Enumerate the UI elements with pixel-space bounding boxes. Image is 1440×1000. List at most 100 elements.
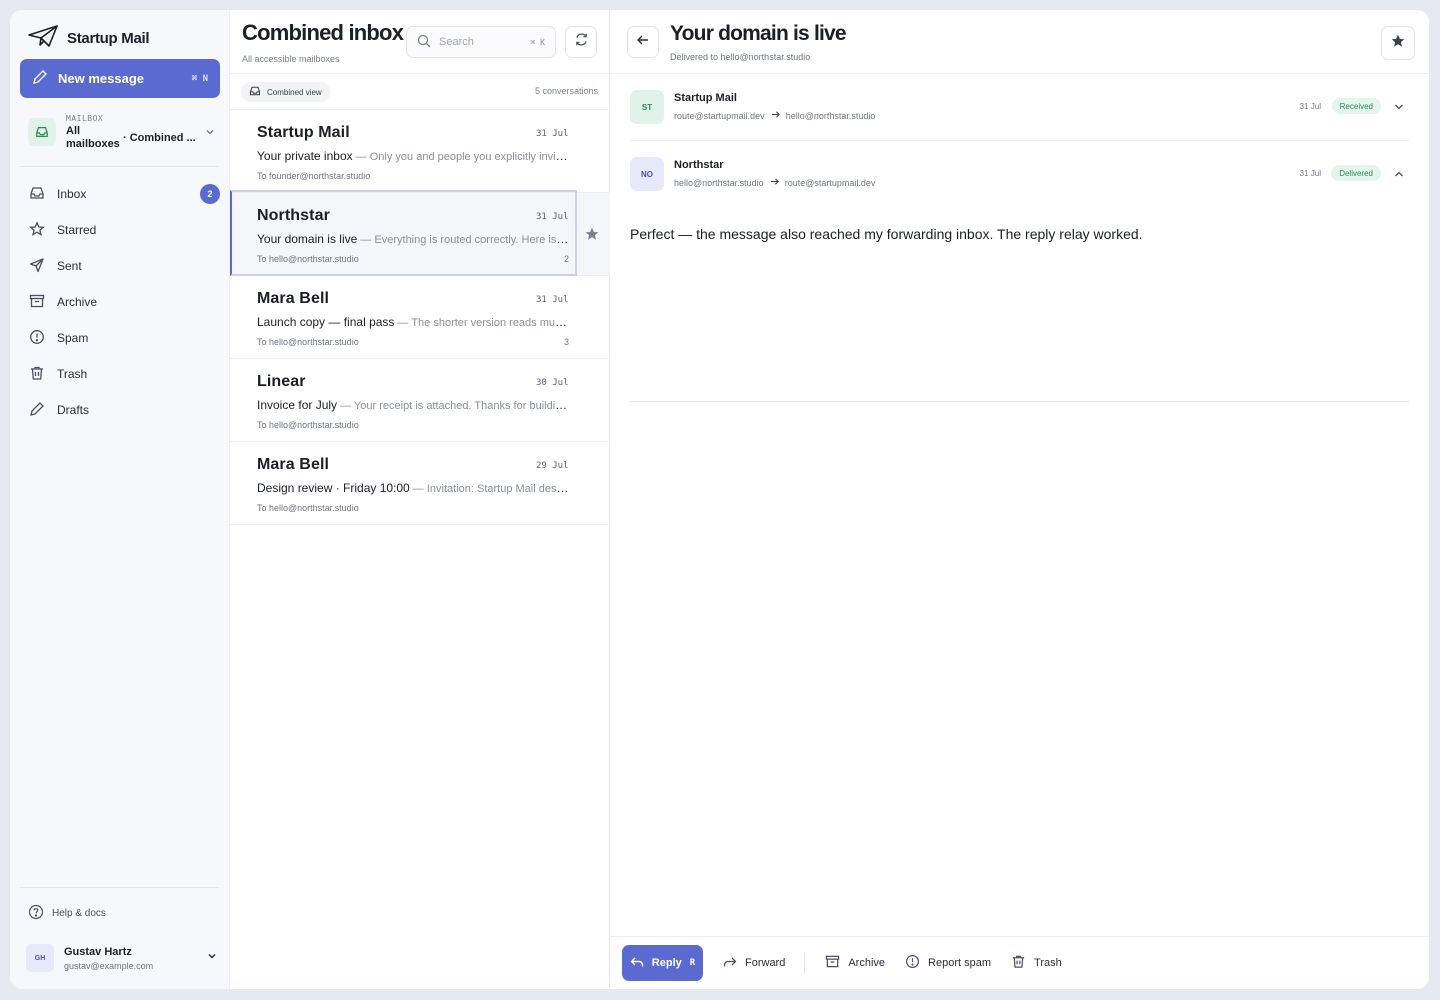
sidebar-item-trash[interactable]: Trash [20,356,220,392]
avatar: GH [26,944,54,972]
new-message-label: New message [58,71,144,86]
route-to: hello@northstar.studio [785,110,876,121]
trash-icon [29,365,45,384]
row-sender: Northstar [257,207,330,224]
reply-label: Reply [651,957,682,969]
thread-title: Your domain is live [670,22,847,45]
sidebar-item-archive[interactable]: Archive [20,284,220,320]
avatar: ST [630,90,664,124]
help-docs-link[interactable]: Help & docs [28,904,106,923]
list-item[interactable]: Mara Bell 31 Jul Launch copy — final pas… [230,276,610,359]
archive-icon [29,293,45,312]
star-icon[interactable] [584,226,600,247]
search-shortcut: ⌘ K [530,37,545,47]
spam-icon [29,329,45,348]
chevron-up-icon[interactable] [1393,167,1405,185]
sidebar-divider [20,887,219,888]
user-name: Gustav Hartz [64,945,132,958]
archive-label: Archive [848,957,886,969]
row-date: 30 Jul [536,378,569,388]
new-message-button[interactable]: New message ⌘ N [20,59,220,98]
mail-app: Startup Mail New message ⌘ N MAILBOX All… [10,10,1429,989]
search-placeholder: Search [439,36,474,48]
row-date: 31 Jul [536,295,569,305]
message-detail-pane: Your domain is live Delivered to hello@n… [610,10,1429,989]
row-sender: Mara Bell [257,290,330,307]
trash-label: Trash [1034,957,1062,969]
inbox-unread-badge: 2 [200,184,220,204]
trash-button[interactable]: Trash [1011,954,1062,972]
message-route: hello@northstar.studio route@startupmail… [674,177,875,188]
message-sender: Northstar [674,159,724,171]
pencil-icon [32,69,48,88]
search-input[interactable]: Search ⌘ K [406,26,556,58]
row-message-count: 3 [564,337,570,347]
sidebar-item-starred[interactable]: Starred [20,212,220,248]
help-icon [28,904,44,923]
row-sender: Startup Mail [257,124,350,141]
message-header[interactable]: ST Startup Mail route@startupmail.dev he… [630,74,1409,140]
report-spam-button[interactable]: Report spam [905,954,991,972]
mailbox-switcher[interactable]: MAILBOX All mailboxes · Combined ... [28,110,220,154]
route-from: route@startupmail.dev [674,110,765,121]
message-header[interactable]: NO Northstar hello@northstar.studio rout… [630,141,1409,207]
row-subject: Design review · Friday 10:00 [257,481,410,495]
refresh-button[interactable] [565,26,597,58]
route-to: route@startupmail.dev [784,177,876,188]
mailbox-label: MAILBOX [66,113,104,123]
sidebar-item-sent[interactable]: Sent [20,248,220,284]
sidebar-item-label: Trash [57,367,88,381]
sidebar-item-drafts[interactable]: Drafts [20,392,220,428]
star-icon [29,220,45,240]
star-thread-button[interactable] [1381,26,1415,60]
list-subtitle: All accessible mailboxes [242,54,340,64]
combined-view-chip[interactable]: Combined view [241,82,330,102]
mailbox-view: · Combined ... [123,131,196,144]
sidebar-item-inbox[interactable]: Inbox 2 [20,176,220,212]
arrow-right-icon [771,110,780,121]
forward-icon [723,955,737,972]
list-item[interactable]: Linear 30 Jul Invoice for July — Your re… [230,359,610,442]
sidebar-divider [20,166,219,167]
brand[interactable]: Startup Mail [27,24,150,53]
row-recipient: To hello@northstar.studio [257,337,359,347]
arrow-right-icon [770,177,779,188]
row-subject: Launch copy — final pass [257,315,395,329]
message-sender: Startup Mail [674,92,737,104]
chip-label: Combined view [267,87,322,97]
sidebar-nav: Inbox 2 Starred Sent Archive Spam Trash … [20,176,220,428]
brand-name: Startup Mail [67,30,150,47]
sidebar-item-label: Drafts [57,403,90,417]
list-item-selected[interactable]: Northstar 31 Jul Your domain is live — E… [230,190,610,276]
row-snippet: — Your receipt is attached. Thanks for b… [340,400,569,412]
forward-button[interactable]: Forward [723,955,785,972]
spam-icon [905,954,920,972]
row-snippet: — Invitation: Startup Mail design review [412,483,569,495]
reply-button[interactable]: Reply R [622,945,703,981]
conversation-list: Startup Mail 31 Jul Your private inbox —… [230,110,610,525]
row-snippet: — The shorter version reads much better,… [397,317,569,329]
message-body: Perfect — the message also reached my fo… [630,226,1143,242]
row-date: 29 Jul [536,461,569,471]
list-item[interactable]: Mara Bell 29 Jul Design review · Friday … [230,442,610,525]
status-badge: Delivered [1331,165,1381,181]
conversation-count: 5 conversations [534,86,598,96]
new-message-shortcut: ⌘ N [191,73,208,84]
list-item[interactable]: Startup Mail 31 Jul Your private inbox —… [230,110,610,193]
archive-button[interactable]: Archive [825,954,885,972]
sidebar-item-label: Starred [57,223,97,237]
user-menu[interactable]: GH Gustav Hartz gustav@example.com [26,941,218,975]
back-button[interactable] [627,26,659,58]
chevron-down-icon[interactable] [1393,100,1405,118]
pencil-icon [29,401,45,420]
thread-subtitle: Delivered to hello@northstar.studio [670,52,811,62]
list-toolbar: Combined view 5 conversations [230,73,610,110]
sidebar-item-label: Archive [57,295,98,309]
row-recipient: To founder@northstar.studio [257,171,371,181]
avatar: NO [630,157,664,191]
inbox-tray-icon [28,118,56,146]
message-date: 31 Jul [1299,102,1321,111]
status-badge: Received [1331,98,1381,114]
sidebar-item-spam[interactable]: Spam [20,320,220,356]
message-route: route@startupmail.dev hello@northstar.st… [674,110,875,121]
